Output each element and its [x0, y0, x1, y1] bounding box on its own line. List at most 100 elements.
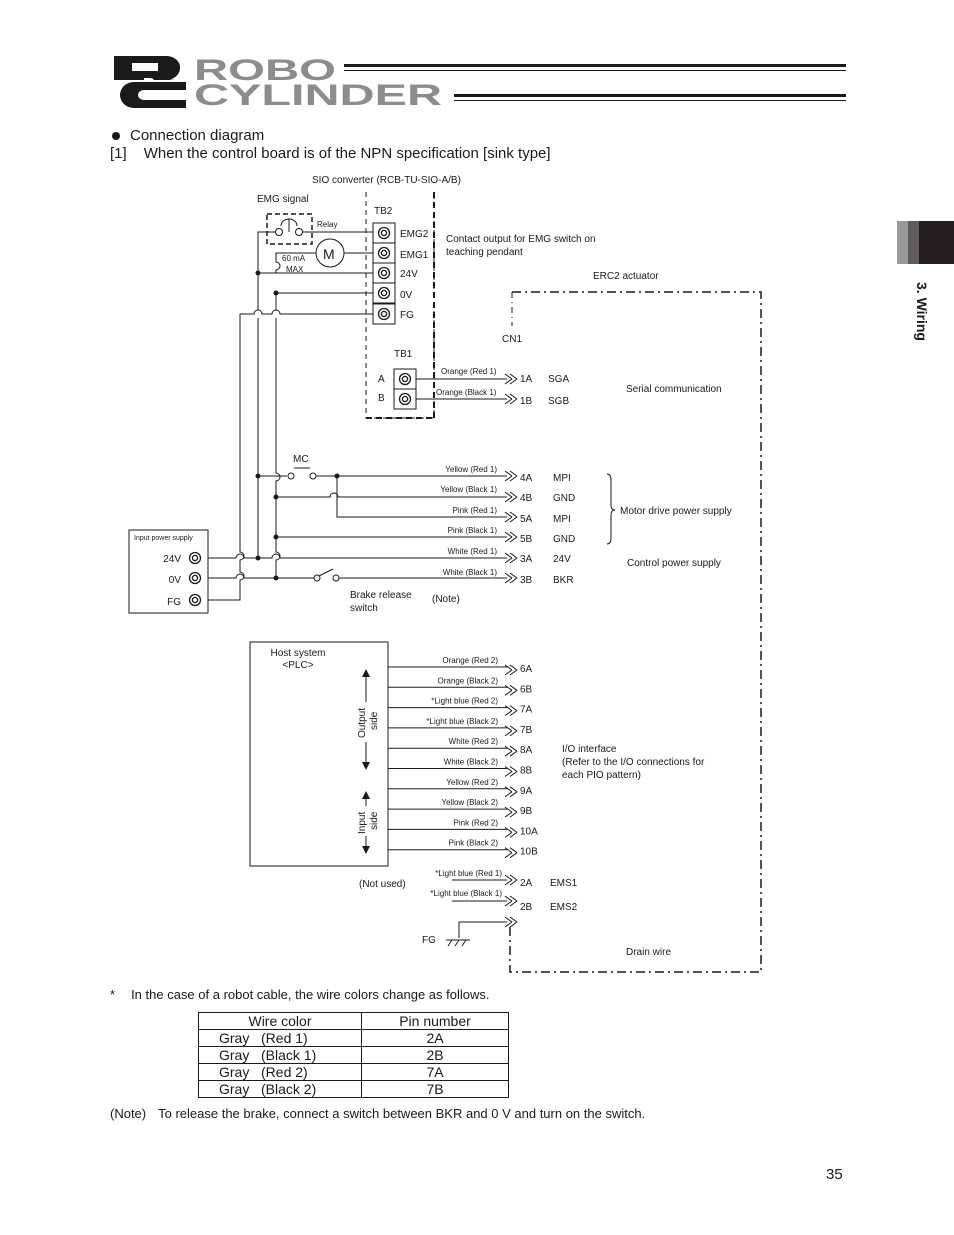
table-row: Gray (Red 1) 2A — [198, 1029, 509, 1047]
arrow-up-icon — [362, 669, 370, 677]
brake-note: (Note) To release the brake, connect a sw… — [110, 1106, 646, 1121]
io-connector-icon — [504, 766, 518, 777]
serial-group-label: Serial communication — [626, 384, 722, 395]
io-wire-color: Pink (Black 2) — [449, 839, 499, 848]
io-wire-color: White (Red 2) — [449, 737, 499, 746]
input-fg: FG — [167, 597, 181, 608]
tb2-emg2: EMG2 — [400, 229, 429, 240]
io-wire-color: *Light blue (Red 2) — [431, 697, 498, 706]
io-wire-color: White (Black 2) — [444, 758, 499, 767]
input-24v: 24V — [163, 554, 181, 565]
power-wire-color: Pink (Black 1) — [448, 526, 498, 535]
serial-pin-1a: 1A — [520, 374, 533, 385]
power-wire-color: Yellow (Black 1) — [440, 485, 497, 494]
io-wire-color: Orange (Black 2) — [438, 676, 499, 685]
relay-contact-icon — [275, 218, 303, 236]
table-row: Gray (Black 1) 2B — [198, 1046, 509, 1064]
io-wire-color: Yellow (Black 2) — [441, 798, 498, 807]
io-connector-icon — [504, 684, 518, 696]
io-connector-icon — [504, 826, 518, 838]
wiring-diagram: SIO converter (RCB-TU-SIO-A/B) EMG signa… — [128, 175, 762, 973]
page-number: 35 — [826, 1166, 843, 1183]
not-used-label: (Not used) — [359, 879, 406, 890]
motor-group-brace — [606, 473, 616, 545]
arrow-down-icon — [362, 762, 370, 770]
power-pin: 4B — [520, 493, 533, 504]
contact-output-label-1: Contact output for EMG switch on — [446, 234, 596, 245]
io-wire-color: Yellow (Red 2) — [446, 778, 498, 787]
io-wire-color: *Light blue (Black 2) — [426, 717, 498, 726]
output-side-label-2: side — [369, 711, 380, 730]
tb2-terminal-block — [372, 222, 396, 325]
io-group-label-1: I/O interface — [562, 744, 617, 755]
serial-signal-sgb: SGB — [548, 396, 569, 407]
input-side-label-2: side — [369, 811, 380, 830]
power-signal: GND — [553, 534, 575, 545]
contact-output-label-2: teaching pendant — [446, 247, 523, 258]
tb2-label: TB2 — [374, 206, 393, 217]
serial-wire-color-2: Orange (Black 1) — [436, 388, 497, 397]
io-pin: 9A — [520, 786, 533, 797]
power-connectors — [504, 470, 518, 584]
tb2-24v: 24V — [400, 269, 418, 280]
power-signal: 24V — [553, 554, 571, 565]
table-row: Gray (Red 2) 7A — [198, 1063, 509, 1081]
input-0v: 0V — [169, 575, 182, 586]
serial-pin-1b: 1B — [520, 396, 533, 407]
power-wire-color: Yellow (Red 1) — [445, 465, 497, 474]
io-connector-icon — [504, 664, 518, 676]
io-pin: 6A — [520, 664, 533, 675]
ems-wire-color-1: *Light blue (Red 1) — [435, 869, 502, 878]
io-wire-color: Orange (Red 2) — [442, 656, 498, 665]
io-pin: 10B — [520, 847, 538, 858]
sio-converter-label: SIO converter (RCB-TU-SIO-A/B) — [312, 175, 461, 186]
output-side-label-1: Output — [357, 708, 368, 738]
ems-signal-2: EMS2 — [550, 902, 578, 913]
io-connector-icon — [504, 806, 518, 818]
fg-label: FG — [422, 935, 436, 946]
io-pin: 7B — [520, 725, 533, 736]
io-pin: 8B — [520, 766, 533, 777]
ems-wire-color-2: *Light blue (Black 1) — [430, 889, 502, 898]
io-connector-icon — [504, 745, 518, 757]
drain-wire-label: Drain wire — [626, 947, 671, 958]
table-row: Gray (Black 2) 7B — [198, 1080, 509, 1098]
host-system-label: Host system — [270, 648, 325, 659]
relay-label: Relay — [317, 220, 337, 229]
ground-icon — [446, 921, 507, 947]
input-side-label-1: Input — [357, 812, 368, 834]
io-pin: 8A — [520, 745, 533, 756]
io-group-label-3: each PIO pattern) — [562, 770, 641, 781]
power-signal: BKR — [553, 575, 574, 586]
mc-label: MC — [293, 454, 309, 465]
power-pin: 5B — [520, 534, 533, 545]
input-power-label: Input power supply — [134, 535, 193, 542]
serial-signal-sga: SGA — [548, 374, 569, 385]
io-pin: 7A — [520, 705, 533, 716]
io-wire-color: Pink (Red 2) — [454, 818, 499, 827]
brake-switch-label-2: switch — [350, 603, 378, 614]
erc2-actuator-label: ERC2 actuator — [593, 271, 659, 282]
host-plc-label: <PLC> — [282, 660, 313, 671]
relay-current-1: 60 mA — [282, 254, 306, 263]
ems-pin-2b: 2B — [520, 902, 533, 913]
tb1-a: A — [378, 374, 385, 385]
tb2-0v: 0V — [400, 290, 413, 301]
power-signal: MPI — [553, 473, 571, 484]
power-signal: MPI — [553, 514, 571, 525]
io-wires: Orange (Red 2) 6A Orange (Black 2) 6B *Light… — [388, 656, 538, 859]
motor-group-label: Motor drive power supply — [620, 506, 732, 517]
ems-signal-1: EMS1 — [550, 878, 578, 889]
power-pin: 4A — [520, 473, 533, 484]
header-pin-number: Pin number — [361, 1012, 509, 1030]
io-pin: 10A — [520, 826, 538, 837]
io-pin: 6B — [520, 684, 533, 695]
io-connector-icon — [504, 705, 518, 717]
serial-wire-color-1: Orange (Red 1) — [441, 367, 497, 376]
note-reference: (Note) — [432, 594, 460, 605]
io-connector-icon — [504, 847, 518, 859]
power-wire-color: White (Red 1) — [448, 547, 498, 556]
footnote: * In the case of a robot cable, the wire … — [110, 987, 490, 1002]
tb2-emg1: EMG1 — [400, 250, 429, 261]
control-group-label: Control power supply — [627, 558, 721, 569]
